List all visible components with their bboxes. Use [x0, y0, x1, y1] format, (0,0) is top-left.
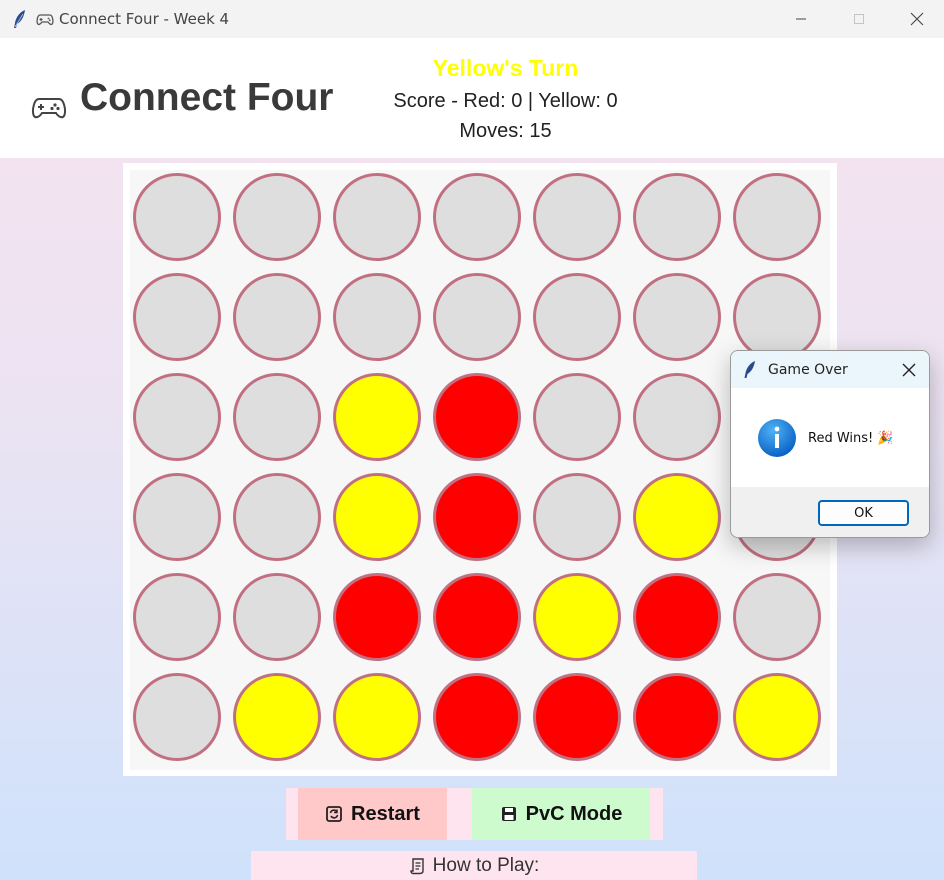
board-cell-empty[interactable]: [433, 173, 521, 261]
board-cell-empty[interactable]: [533, 473, 621, 561]
restart-icon: [326, 806, 342, 822]
board-cell-empty[interactable]: [433, 273, 521, 361]
board-cell-empty[interactable]: [233, 473, 321, 561]
board-cell-empty[interactable]: [633, 273, 721, 361]
board-cell-empty[interactable]: [733, 273, 821, 361]
close-icon: [910, 12, 924, 26]
ok-button[interactable]: OK: [818, 500, 909, 526]
board-cell-empty[interactable]: [733, 173, 821, 261]
board-cell-empty[interactable]: [333, 273, 421, 361]
board-cell-red[interactable]: [433, 673, 521, 761]
button-bar: Restart PvC Mode: [286, 788, 663, 840]
dialog-message: Red Wins! 🎉: [808, 431, 894, 446]
board-cell-empty[interactable]: [533, 273, 621, 361]
pvc-mode-button[interactable]: PvC Mode: [472, 788, 650, 840]
board-cell-empty[interactable]: [233, 573, 321, 661]
board-cell-empty[interactable]: [333, 173, 421, 261]
board-cell-empty[interactable]: [233, 373, 321, 461]
board-cell-red[interactable]: [633, 673, 721, 761]
pvc-mode-label: PvC Mode: [525, 802, 623, 825]
board-cell-red[interactable]: [333, 573, 421, 661]
gamepad-icon: [36, 14, 54, 26]
board-cell-red[interactable]: [533, 673, 621, 761]
game-header: Connect Four Yellow's Turn Score - Red: …: [0, 38, 944, 158]
maximize-button[interactable]: [830, 0, 888, 38]
dialog-footer: OK: [731, 487, 929, 537]
restart-label: Restart: [351, 802, 420, 825]
board-cell-yellow[interactable]: [333, 373, 421, 461]
board-cell-empty[interactable]: [533, 173, 621, 261]
board-cell-red[interactable]: [633, 573, 721, 661]
board-cell-empty[interactable]: [633, 173, 721, 261]
game-board[interactable]: [130, 170, 830, 770]
board-cell-empty[interactable]: [633, 373, 721, 461]
turn-indicator: Yellow's Turn: [432, 55, 579, 81]
close-button[interactable]: [888, 0, 944, 38]
board-cell-red[interactable]: [433, 473, 521, 561]
board-cell-empty[interactable]: [533, 373, 621, 461]
feather-icon: [14, 10, 25, 28]
board-cell-empty[interactable]: [133, 173, 221, 261]
scroll-icon: [409, 857, 424, 874]
board-cell-empty[interactable]: [733, 573, 821, 661]
score-display: Score - Red: 0 | Yellow: 0: [393, 90, 618, 112]
window-title: Connect Four - Week 4: [59, 10, 230, 28]
moves-counter: Moves: 15: [459, 120, 552, 142]
board-cell-yellow[interactable]: [733, 673, 821, 761]
how-to-play-label: How to Play:: [432, 854, 540, 876]
window-titlebar: Connect Four - Week 4: [0, 0, 944, 38]
feather-icon: [744, 361, 755, 378]
minimize-button[interactable]: [772, 0, 830, 38]
board-cell-empty[interactable]: [133, 473, 221, 561]
game-over-dialog: Game Over Red Wins! 🎉 OK: [730, 350, 930, 538]
board-cell-empty[interactable]: [133, 273, 221, 361]
maximize-icon: [854, 14, 864, 24]
board-cell-red[interactable]: [433, 373, 521, 461]
dialog-titlebar: Game Over: [731, 351, 929, 388]
board-cell-yellow[interactable]: [333, 673, 421, 761]
dialog-title: Game Over: [768, 362, 848, 378]
info-icon: [758, 419, 796, 457]
board-cell-yellow[interactable]: [333, 473, 421, 561]
close-icon: [902, 363, 916, 377]
board-cell-yellow[interactable]: [533, 573, 621, 661]
board-cell-empty[interactable]: [133, 573, 221, 661]
floppy-icon: [501, 807, 516, 821]
board-cell-empty[interactable]: [133, 373, 221, 461]
minimize-icon: [796, 18, 806, 20]
how-to-play-button[interactable]: How to Play:: [251, 851, 697, 880]
restart-button[interactable]: Restart: [298, 788, 447, 840]
dialog-close-button[interactable]: [899, 360, 919, 380]
board-cell-empty[interactable]: [133, 673, 221, 761]
board-cell-empty[interactable]: [233, 273, 321, 361]
board-cell-red[interactable]: [433, 573, 521, 661]
board-cell-empty[interactable]: [233, 173, 321, 261]
board-cell-yellow[interactable]: [233, 673, 321, 761]
board-cell-yellow[interactable]: [633, 473, 721, 561]
